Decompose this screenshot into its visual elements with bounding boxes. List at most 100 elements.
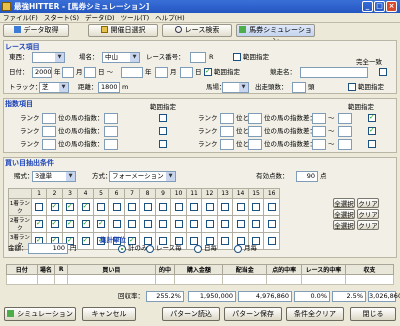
kyoso-input[interactable] xyxy=(300,67,368,78)
all-select-button[interactable]: 全選択 xyxy=(333,220,355,230)
diff-rank-b-input[interactable] xyxy=(248,139,262,150)
menu-start[interactable]: スタート(S) xyxy=(41,13,82,23)
diff-rank-a-input[interactable] xyxy=(220,113,234,124)
rank-checkbox[interactable] xyxy=(159,203,168,211)
diff-from-input[interactable] xyxy=(312,126,326,137)
index-range-checkbox[interactable] xyxy=(159,140,167,148)
rank-checkbox[interactable] xyxy=(221,237,230,245)
pattern-save-button[interactable]: パターン保存 xyxy=(224,307,282,321)
place-select[interactable]: 中山 xyxy=(102,52,140,63)
tozai-select[interactable] xyxy=(32,52,65,63)
pattern-load-button[interactable]: パターン読込 xyxy=(162,307,220,321)
rank-checkbox[interactable] xyxy=(50,219,59,228)
diff-range-checkbox[interactable] xyxy=(368,140,376,148)
rank-checkbox[interactable] xyxy=(50,202,59,211)
index-value-input[interactable] xyxy=(104,113,118,124)
race-no-range-checkbox[interactable] xyxy=(233,53,241,61)
rank-checkbox[interactable] xyxy=(205,203,214,211)
data-fetch-button[interactable]: データ取得 xyxy=(3,24,69,37)
rank-checkbox[interactable] xyxy=(252,203,261,211)
menu-tool[interactable]: ツール(T) xyxy=(118,13,153,23)
rank-checkbox[interactable] xyxy=(128,203,137,211)
diff-rank-a-input[interactable] xyxy=(220,139,234,150)
rank-checkbox[interactable] xyxy=(112,203,121,211)
rank-checkbox[interactable] xyxy=(143,220,152,228)
date-select-button[interactable]: 開催日選択 xyxy=(88,24,158,37)
close-window-button[interactable]: × xyxy=(386,1,397,12)
diff-rank-a-input[interactable] xyxy=(220,126,234,137)
month2-input[interactable] xyxy=(155,67,168,78)
diff-from-input[interactable] xyxy=(312,113,326,124)
rank-checkbox[interactable] xyxy=(35,219,44,228)
distance-input[interactable]: 1800 xyxy=(98,82,120,93)
rank-checkbox[interactable] xyxy=(205,220,214,228)
rank-checkbox[interactable] xyxy=(267,237,276,245)
year2-input[interactable] xyxy=(121,67,143,78)
diff-range-checkbox[interactable] xyxy=(368,113,376,122)
exact-match-checkbox[interactable] xyxy=(379,68,387,76)
rank-checkbox[interactable] xyxy=(81,219,90,228)
menu-data[interactable]: データ(D) xyxy=(82,13,118,23)
diff-rank-b-input[interactable] xyxy=(248,126,262,137)
rank-checkbox[interactable] xyxy=(174,220,183,228)
rank-checkbox[interactable] xyxy=(112,220,121,228)
rank-checkbox[interactable] xyxy=(236,220,245,228)
diff-to-input[interactable] xyxy=(338,113,352,124)
all-select-button[interactable]: 全選択 xyxy=(333,198,355,208)
index-range-checkbox[interactable] xyxy=(159,127,167,135)
rank-checkbox[interactable] xyxy=(97,203,106,211)
simulation-button[interactable]: シミュレーション xyxy=(4,307,76,321)
rank-checkbox[interactable] xyxy=(159,220,168,228)
race-search-button[interactable]: レース検索 xyxy=(162,24,232,37)
menu-help[interactable]: ヘルプ(H) xyxy=(152,13,187,23)
rank-checkbox[interactable] xyxy=(267,203,276,211)
diff-range-checkbox[interactable] xyxy=(368,126,376,135)
index-value-input[interactable] xyxy=(104,126,118,137)
index-rank-input[interactable] xyxy=(42,113,56,124)
rank-checkbox[interactable] xyxy=(143,203,152,211)
method-select[interactable]: フォーメーション xyxy=(109,171,176,182)
diff-rank-b-input[interactable] xyxy=(248,113,262,124)
amount-input[interactable]: 100 xyxy=(28,243,68,254)
cancel-button[interactable]: キャンセル xyxy=(82,307,136,321)
diff-to-input[interactable] xyxy=(338,126,352,137)
race-no-input[interactable] xyxy=(190,52,206,63)
aggregate-radio[interactable] xyxy=(234,245,242,253)
rank-checkbox[interactable] xyxy=(221,220,230,228)
track-select[interactable]: 芝 xyxy=(39,82,69,93)
tosu-range-checkbox[interactable] xyxy=(348,83,356,91)
clear-all-button[interactable]: 条件全クリア xyxy=(286,307,344,321)
aggregate-radio[interactable] xyxy=(194,245,202,253)
aggregate-radio[interactable] xyxy=(146,245,154,253)
month-input[interactable] xyxy=(62,67,74,78)
diff-to-input[interactable] xyxy=(338,139,352,150)
index-rank-input[interactable] xyxy=(42,126,56,137)
rank-checkbox[interactable] xyxy=(221,203,230,211)
close-button[interactable]: 閉じる xyxy=(350,307,396,321)
rank-checkbox[interactable] xyxy=(97,219,106,228)
rank-checkbox[interactable] xyxy=(35,203,44,211)
all-select-button[interactable]: 全選択 xyxy=(333,209,355,219)
baba-select[interactable] xyxy=(222,82,249,93)
maximize-button[interactable]: □ xyxy=(374,1,385,12)
rank-checkbox[interactable] xyxy=(190,237,199,245)
index-range-checkbox[interactable] xyxy=(159,114,167,122)
date-range-checkbox[interactable] xyxy=(204,67,212,76)
tosu-input[interactable] xyxy=(292,82,306,93)
rank-checkbox[interactable] xyxy=(236,203,245,211)
clear-row-button[interactable]: クリア xyxy=(357,220,379,230)
aggregate-radio[interactable] xyxy=(118,245,126,253)
rank-checkbox[interactable] xyxy=(252,220,261,228)
rank-checkbox[interactable] xyxy=(81,202,90,211)
minimize-button[interactable]: _ xyxy=(362,1,373,12)
rank-checkbox[interactable] xyxy=(174,203,183,211)
index-rank-input[interactable] xyxy=(42,139,56,150)
rank-checkbox[interactable] xyxy=(128,220,137,228)
rank-checkbox[interactable] xyxy=(190,220,199,228)
rank-checkbox[interactable] xyxy=(66,202,75,211)
rank-checkbox[interactable] xyxy=(267,220,276,228)
rank-checkbox[interactable] xyxy=(190,203,199,211)
ticket-sim-button[interactable]: 馬券シミュレーション xyxy=(236,24,315,45)
rank-checkbox[interactable] xyxy=(81,236,90,245)
diff-from-input[interactable] xyxy=(312,139,326,150)
